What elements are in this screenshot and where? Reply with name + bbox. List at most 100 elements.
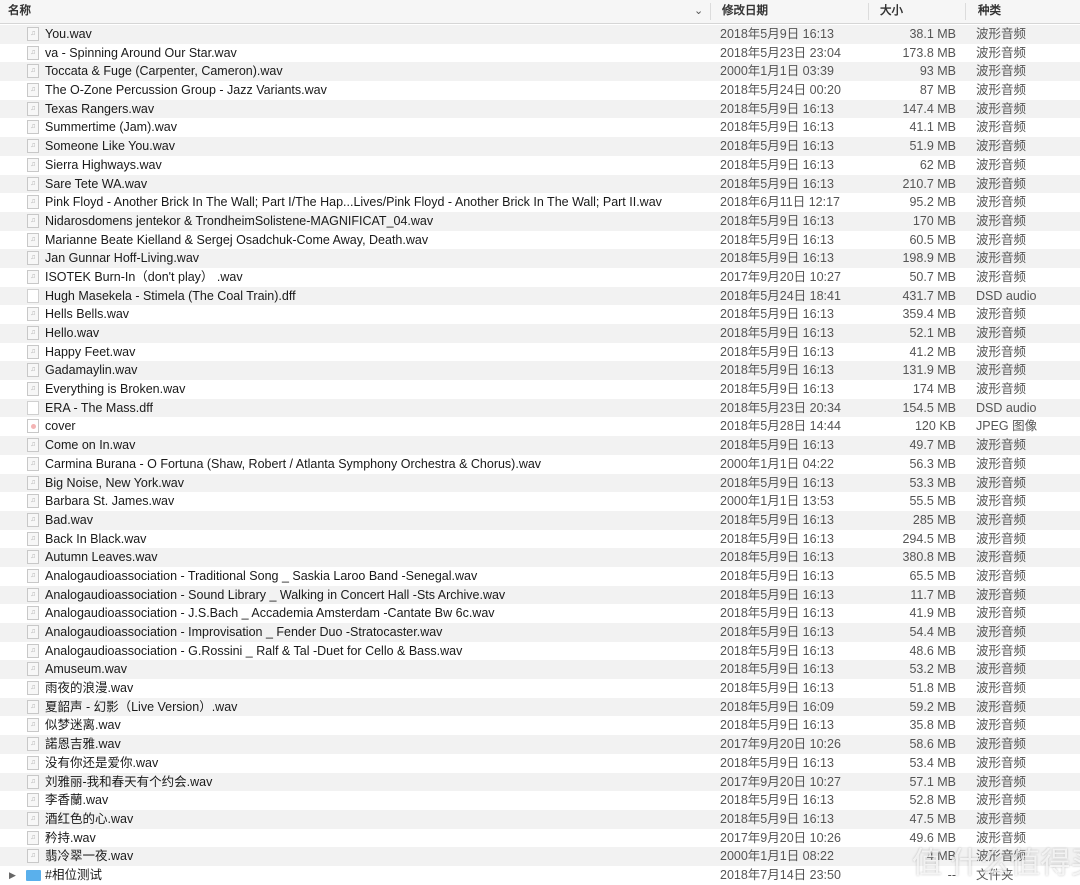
file-name: Big Noise, New York.wav xyxy=(45,475,184,490)
file-row[interactable]: ♫ The O-Zone Percussion Group - Jazz Vari… xyxy=(0,81,1080,100)
file-row[interactable]: ♫ 似梦迷离.wav 2018年5月9日 16:13 35.8 MB 波形音频 xyxy=(0,716,1080,735)
file-row[interactable]: ♫ Amuseum.wav 2018年5月9日 16:13 53.2 MB 波形音频 xyxy=(0,660,1080,680)
file-kind: 波形音频 xyxy=(976,195,1027,210)
file-name: Gadamaylin.wav xyxy=(45,363,138,378)
file-row[interactable]: ♫ Hello.wav 2018年5月9日 16:13 52.1 MB 波形音频 xyxy=(0,324,1080,343)
file-kind: 波形音频 xyxy=(976,625,1027,639)
audio-file-icon: ♫ xyxy=(27,326,39,340)
file-row[interactable]: cover 2018年5月28日 14:44 120 KB JPEG 图像 xyxy=(0,417,1080,436)
column-divider[interactable] xyxy=(965,3,966,20)
file-row[interactable]: ♫ Sare Tete WA.wav 2018年5月9日 16:13 210.7 MB… xyxy=(0,174,1080,194)
folder-row[interactable]: ▶ #相位测试 2018年7月14日 23:50 -- 文件夹 xyxy=(0,866,1080,885)
file-row[interactable]: ♫ Texas Rangers.wav 2018年5月9日 16:13 147.4 M… xyxy=(0,99,1080,119)
file-row[interactable]: ♫ Back In Black.wav 2018年5月9日 16:13 294.5 M… xyxy=(0,530,1080,549)
file-kind: 波形音频 xyxy=(976,662,1027,677)
file-name: 刘雅丽-我和春天有个约会.wav xyxy=(45,774,213,789)
file-row[interactable]: ♫ Big Noise, New York.wav 2018年5月9日 16:13 5… xyxy=(0,473,1080,493)
column-date[interactable]: 修改日期 xyxy=(722,0,768,23)
file-row[interactable]: ♫ ISOTEK Burn-In（don't play） .wav 2017年9月2… xyxy=(0,268,1080,287)
file-row[interactable]: ♫ 刘雅丽-我和春天有个约会.wav 2017年9月20日 10:27 57.1 MB… xyxy=(0,772,1080,792)
file-row[interactable]: ♫ Sierra Highways.wav 2018年5月9日 16:13 62 MB… xyxy=(0,156,1080,175)
file-row[interactable]: ERA - The Mass.dff 2018年5月23日 20:34 154.5 … xyxy=(0,398,1080,418)
file-size: 147.4 MB xyxy=(902,101,956,116)
file-size: 49.6 MB xyxy=(909,830,956,845)
file-date: 2018年5月9日 16:13 xyxy=(720,662,834,677)
file-kind: 波形音频 xyxy=(976,157,1027,172)
file-size: 173.8 MB xyxy=(902,45,956,60)
file-size: 87 MB xyxy=(919,83,956,98)
file-row[interactable]: ♫ Someone Like You.wav 2018年5月9日 16:13 51.9… xyxy=(0,137,1080,156)
audio-file-icon: ♫ xyxy=(27,363,39,378)
file-row[interactable]: ♫ 没有你还是爱你.wav 2018年5月9日 16:13 53.4 MB 波形音频 xyxy=(0,754,1080,773)
audio-file-icon: ♫ xyxy=(27,176,39,191)
audio-file-icon: ♫ xyxy=(27,456,39,471)
file-row[interactable]: ♫ Carmina Burana - O Fortuna (Shaw, Rober… xyxy=(0,455,1080,474)
file-date: 2018年5月9日 16:13 xyxy=(720,344,834,359)
file-row[interactable]: ♫ Analogaudioassociation - G.Rossini _ Ra… xyxy=(0,642,1080,661)
audio-file-icon: ♫ xyxy=(27,83,39,98)
file-row[interactable]: ♫ 諾恩吉雅.wav 2017年9月20日 10:26 58.6 MB 波形音频 xyxy=(0,735,1080,754)
file-row[interactable]: ♫ Pink Floyd - Another Brick In The Wall;… xyxy=(0,193,1080,212)
audio-file-icon: ♫ xyxy=(27,382,39,397)
file-row[interactable]: ♫ Toccata & Fuge (Carpenter, Cameron).wav… xyxy=(0,62,1080,82)
file-size: 285 MB xyxy=(912,512,956,527)
file-kind: 波形音频 xyxy=(976,269,1027,284)
file-row[interactable]: ♫ Everything is Broken.wav 2018年5月9日 16:13… xyxy=(0,380,1080,399)
file-row[interactable]: ♫ 翡冷翠一夜.wav 2000年1月1日 08:22 4 MB 波形音频 xyxy=(0,847,1080,866)
file-row[interactable]: ♫ 李香蘭.wav 2018年5月9日 16:13 52.8 MB 波形音频 xyxy=(0,791,1080,810)
file-row[interactable]: ♫ 酒红色的心.wav 2018年5月9日 16:13 47.5 MB 波形音频 xyxy=(0,809,1080,829)
chevron-down-icon[interactable]: ⌄ xyxy=(694,0,703,23)
file-name: Analogaudioassociation - J.S.Bach _ Acca… xyxy=(45,606,495,621)
file-kind: 波形音频 xyxy=(976,531,1027,546)
audio-file-icon: ♫ xyxy=(27,662,39,677)
file-row[interactable]: ♫ Marianne Beate Kielland & Sergej Osadch… xyxy=(0,231,1080,250)
disclosure-triangle-icon[interactable]: ▶ xyxy=(9,866,16,885)
file-row[interactable]: ♫ Jan Gunnar Hoff-Living.wav 2018年5月9日 16:… xyxy=(0,249,1080,268)
column-name[interactable]: 名称 xyxy=(8,0,31,23)
column-divider[interactable] xyxy=(868,3,869,20)
audio-file-icon: ♫ xyxy=(27,213,39,228)
file-row[interactable]: ♫ Come on In.wav 2018年5月9日 16:13 49.7 MB 波形音… xyxy=(0,436,1080,455)
file-name: 夏韶声 - 幻影（Live Version）.wav xyxy=(45,699,238,714)
audio-file-icon: ♫ xyxy=(27,120,39,135)
file-size: 4 MB xyxy=(926,849,956,864)
file-row[interactable]: ♫ Autumn Leaves.wav 2018年5月9日 16:13 380.8 M… xyxy=(0,548,1080,567)
audio-file-icon: ♫ xyxy=(27,531,39,546)
column-divider[interactable] xyxy=(710,3,711,20)
file-row[interactable]: ♫ Happy Feet.wav 2018年5月9日 16:13 41.2 MB 波形音… xyxy=(0,343,1080,362)
file-row[interactable]: ♫ Analogaudioassociation - Improvisation … xyxy=(0,623,1080,642)
file-row[interactable]: Hugh Masekela - Stimela (The Coal Train)… xyxy=(0,286,1080,306)
file-date: 2018年5月9日 16:13 xyxy=(720,643,834,658)
file-row[interactable]: ♫ Nidarosdomens jentekor & TrondheimSolis… xyxy=(0,211,1080,231)
file-row[interactable]: ♫ Hells Bells.wav 2018年5月9日 16:13 359.4 MB 波… xyxy=(0,305,1080,324)
file-row[interactable]: ♫ va - Spinning Around Our Star.wav 2018年5… xyxy=(0,44,1080,63)
file-row[interactable]: ♫ Bad.wav 2018年5月9日 16:13 285 MB 波形音频 xyxy=(0,510,1080,530)
file-size: 198.9 MB xyxy=(902,251,956,266)
file-name: 李香蘭.wav xyxy=(45,793,109,808)
column-size[interactable]: 大小 xyxy=(880,0,903,23)
file-kind: 波形音频 xyxy=(976,176,1027,191)
file-row[interactable]: ♫ 雨夜的浪漫.wav 2018年5月9日 16:13 51.8 MB 波形音频 xyxy=(0,679,1080,698)
file-date: 2018年5月9日 16:13 xyxy=(720,176,834,191)
file-row[interactable]: ♫ Summertime (Jam).wav 2018年5月9日 16:13 41.1… xyxy=(0,118,1080,137)
file-row[interactable]: ♫ Analogaudioassociation - J.S.Bach _ Acc… xyxy=(0,604,1080,623)
file-kind: 波形音频 xyxy=(976,456,1027,471)
file-date: 2017年9月20日 10:26 xyxy=(720,737,841,752)
audio-file-icon: ♫ xyxy=(27,195,39,210)
file-row[interactable]: ♫ 矜持.wav 2017年9月20日 10:26 49.6 MB 波形音频 xyxy=(0,829,1080,848)
file-row[interactable]: ♫ Analogaudioassociation - Traditional So… xyxy=(0,567,1080,586)
file-kind: 波形音频 xyxy=(976,475,1027,490)
file-row[interactable]: ♫ You.wav 2018年5月9日 16:13 38.1 MB 波形音频 xyxy=(0,25,1080,44)
file-kind: 波形音频 xyxy=(976,681,1027,696)
file-kind: 波形音频 xyxy=(976,737,1027,752)
file-row[interactable]: ♫ Gadamaylin.wav 2018年5月9日 16:13 131.9 MB 波形… xyxy=(0,361,1080,381)
file-name: Toccata & Fuge (Carpenter, Cameron).wav xyxy=(45,64,283,79)
file-row[interactable]: ♫ Barbara St. James.wav 2000年1月1日 13:53 55.… xyxy=(0,492,1080,511)
file-size: 93 MB xyxy=(919,64,956,79)
column-kind[interactable]: 种类 xyxy=(978,0,1001,23)
file-row[interactable]: ♫ Analogaudioassociation - Sound Library … xyxy=(0,585,1080,605)
file-size: 294.5 MB xyxy=(902,531,956,546)
file-size: 58.6 MB xyxy=(909,737,956,752)
file-row[interactable]: ♫ 夏韶声 - 幻影（Live Version）.wav 2018年5月9日 16:… xyxy=(0,697,1080,717)
file-date: 2018年5月9日 16:13 xyxy=(720,550,834,565)
